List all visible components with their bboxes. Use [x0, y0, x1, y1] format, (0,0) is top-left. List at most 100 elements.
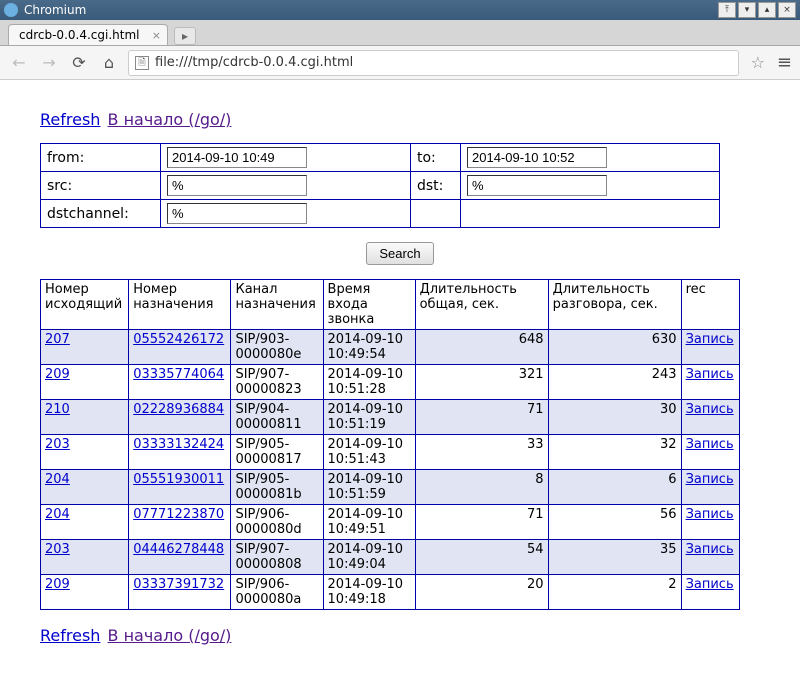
dst-label: dst: — [411, 172, 461, 200]
cell-dur-talk: 30 — [548, 400, 681, 435]
refresh-link-bottom[interactable]: Refresh — [40, 626, 100, 645]
cell-chan: SIP/907-00000808 — [231, 540, 323, 575]
cell-time: 2014-09-10 10:51:43 — [323, 435, 415, 470]
cell-dur-talk: 56 — [548, 505, 681, 540]
window-close-button[interactable]: × — [778, 2, 796, 18]
rec-link[interactable]: Запись — [686, 507, 734, 522]
window-maximize-button[interactable]: ▴ — [758, 2, 776, 18]
to-input[interactable] — [467, 147, 607, 168]
menu-icon[interactable]: ≡ — [777, 52, 792, 73]
home-link-bottom[interactable]: В начало (/go/) — [108, 626, 232, 645]
cell-time: 2014-09-10 10:51:19 — [323, 400, 415, 435]
dst-link[interactable]: 03337391732 — [133, 577, 224, 592]
col-dst: Номер назначения — [129, 280, 231, 330]
window-titlebar: Chromium ⤒ ▾ ▴ × — [0, 0, 800, 20]
col-dur-talk: Длительность разговора, сек. — [548, 280, 681, 330]
cell-time: 2014-09-10 10:51:28 — [323, 365, 415, 400]
table-row: 21002228936884SIP/904-000008112014-09-10… — [41, 400, 740, 435]
rec-link[interactable]: Запись — [686, 472, 734, 487]
table-row: 209 03335774064 SIP/907-000008232014-09-10… — [41, 365, 740, 400]
col-time: Время входа звонка — [323, 280, 415, 330]
window-minimize-button[interactable]: ▾ — [738, 2, 756, 18]
back-button[interactable]: ← — [8, 52, 30, 74]
results-table: Номер исходящий Номер назначения Канал н… — [40, 279, 740, 610]
cell-dur-talk: 630 — [548, 330, 681, 365]
cell-chan: SIP/906-0000080a — [231, 575, 323, 610]
src-link[interactable]: 207 — [45, 332, 70, 347]
table-row: 20407771223870SIP/906-0000080d2014-09-10… — [41, 505, 740, 540]
new-tab-button[interactable]: ▸ — [174, 27, 196, 45]
home-button[interactable]: ⌂ — [98, 52, 120, 74]
src-link[interactable]: 203 — [45, 542, 70, 557]
window-title: Chromium — [24, 3, 718, 17]
rec-link[interactable]: Запись — [686, 402, 734, 417]
dstchannel-input[interactable] — [167, 203, 307, 224]
table-row: 20304446278448SIP/907-000008082014-09-10… — [41, 540, 740, 575]
cell-dur-total: 20 — [415, 575, 548, 610]
cell-chan: SIP/903-0000080e — [231, 330, 323, 365]
cell-chan: SIP/905-00000817 — [231, 435, 323, 470]
rec-link[interactable]: Запись — [686, 437, 734, 452]
table-row: 203 03333132424 SIP/905-000008172014-09-10… — [41, 435, 740, 470]
cell-dur-total: 321 — [415, 365, 548, 400]
dst-input[interactable] — [467, 175, 607, 196]
table-row: 20405551930011SIP/905-0000081b2014-09-10… — [41, 470, 740, 505]
from-label: from: — [41, 144, 161, 172]
cell-dur-total: 71 — [415, 505, 548, 540]
reload-button[interactable]: ⟳ — [68, 52, 90, 74]
cell-dur-talk: 243 — [548, 365, 681, 400]
dst-link[interactable]: 05551930011 — [133, 472, 224, 487]
dst-link[interactable]: 03333132424 — [133, 437, 224, 452]
page-content: Refresh В начало (/go/) from: to: src: d… — [0, 80, 800, 689]
cell-dur-total: 71 — [415, 400, 548, 435]
cell-dur-total: 54 — [415, 540, 548, 575]
cell-time: 2014-09-10 10:49:51 — [323, 505, 415, 540]
src-link[interactable]: 204 — [45, 507, 70, 522]
dst-link[interactable]: 05552426172 — [133, 332, 224, 347]
src-link[interactable]: 209 — [45, 367, 70, 382]
src-input[interactable] — [167, 175, 307, 196]
window-pin-button[interactable]: ⤒ — [718, 2, 736, 18]
cell-dur-talk: 2 — [548, 575, 681, 610]
src-link[interactable]: 209 — [45, 577, 70, 592]
dst-link[interactable]: 07771223870 — [133, 507, 224, 522]
app-icon — [4, 3, 18, 17]
bookmark-icon[interactable]: ☆ — [751, 53, 765, 72]
filter-table: from: to: src: dst: dstchannel: — [40, 143, 720, 228]
tab-close-icon[interactable]: × — [152, 29, 161, 42]
from-input[interactable] — [167, 147, 307, 168]
dst-link[interactable]: 03335774064 — [133, 367, 224, 382]
home-link[interactable]: В начало (/go/) — [108, 110, 232, 129]
file-icon: 🗎 — [135, 56, 149, 70]
table-row: 209 03337391732 SIP/906-0000080a2014-09-10… — [41, 575, 740, 610]
forward-button[interactable]: → — [38, 52, 60, 74]
browser-tab[interactable]: cdrcb-0.0.4.cgi.html × — [8, 24, 168, 45]
cell-dur-talk: 6 — [548, 470, 681, 505]
tab-title: cdrcb-0.0.4.cgi.html — [19, 28, 139, 42]
rec-link[interactable]: Запись — [686, 332, 734, 347]
address-bar[interactable]: 🗎 file:///tmp/cdrcb-0.0.4.cgi.html — [128, 50, 739, 76]
rec-link[interactable]: Запись — [686, 542, 734, 557]
tab-strip: cdrcb-0.0.4.cgi.html × ▸ — [0, 20, 800, 46]
col-rec: rec — [681, 280, 739, 330]
rec-link[interactable]: Запись — [686, 577, 734, 592]
dst-link[interactable]: 04446278448 — [133, 542, 224, 557]
refresh-link[interactable]: Refresh — [40, 110, 100, 129]
rec-link[interactable]: Запись — [686, 367, 734, 382]
dst-link[interactable]: 02228936884 — [133, 402, 224, 417]
cell-time: 2014-09-10 10:49:18 — [323, 575, 415, 610]
cell-dur-talk: 35 — [548, 540, 681, 575]
bottom-links: Refresh В начало (/go/) — [40, 626, 760, 645]
src-link[interactable]: 210 — [45, 402, 70, 417]
dstchannel-label: dstchannel: — [41, 200, 161, 228]
cell-chan: SIP/905-0000081b — [231, 470, 323, 505]
src-link[interactable]: 204 — [45, 472, 70, 487]
to-label: to: — [411, 144, 461, 172]
src-label: src: — [41, 172, 161, 200]
cell-chan: SIP/907-00000823 — [231, 365, 323, 400]
src-link[interactable]: 203 — [45, 437, 70, 452]
cell-dur-total: 33 — [415, 435, 548, 470]
table-row: 20705552426172SIP/903-0000080e2014-09-10… — [41, 330, 740, 365]
col-src: Номер исходящий — [41, 280, 129, 330]
search-button[interactable]: Search — [366, 242, 433, 265]
